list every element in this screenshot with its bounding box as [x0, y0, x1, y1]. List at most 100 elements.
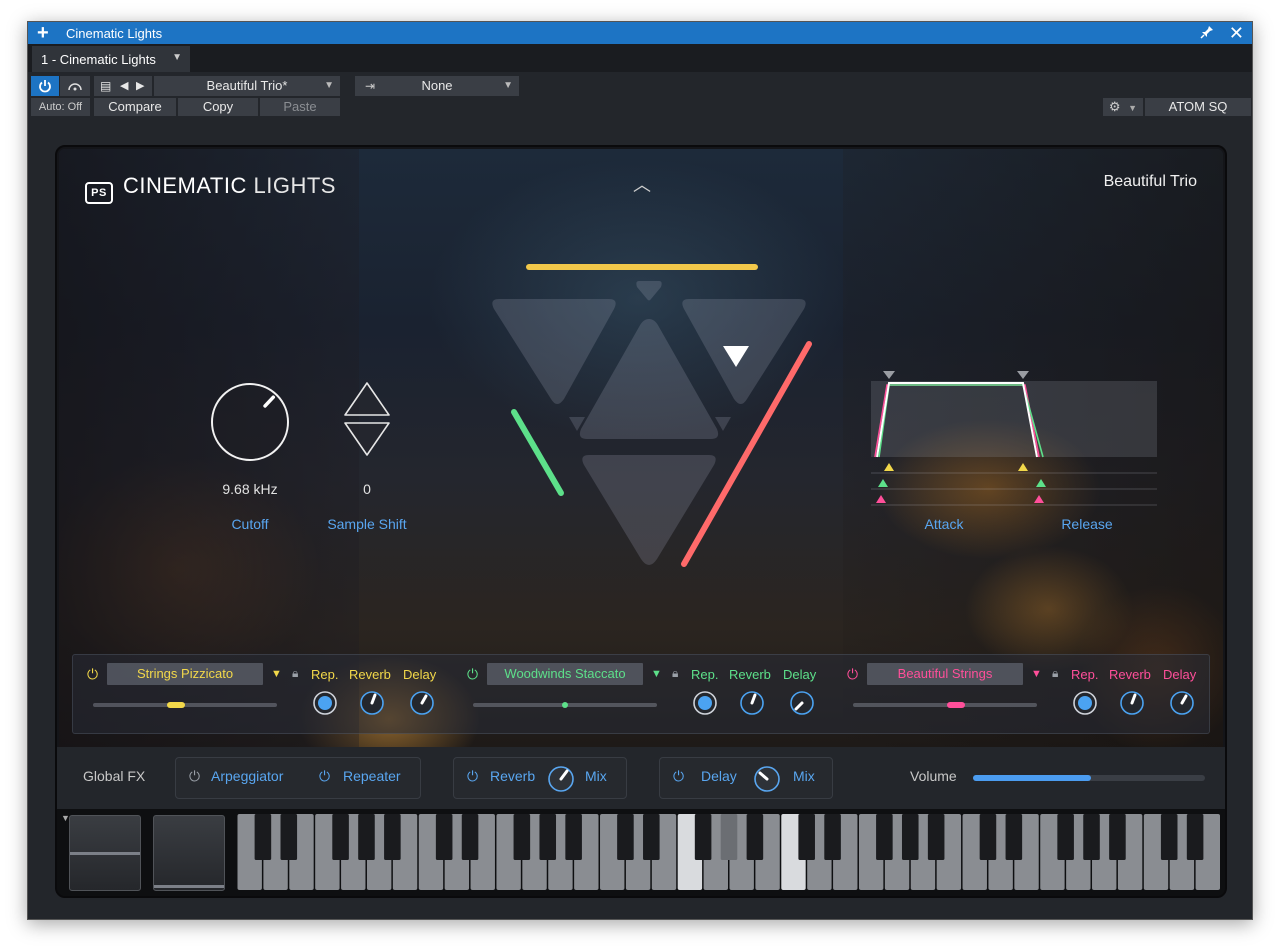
strings-pizzicato-delay-knob[interactable] [409, 690, 435, 716]
strings-pizzicato-reverb-knob[interactable] [359, 690, 385, 716]
piano-keys[interactable] [237, 814, 1221, 892]
compare-button[interactable]: Compare [94, 98, 176, 116]
chevron-down-icon[interactable]: ▼ [271, 668, 282, 680]
black-key[interactable] [1160, 814, 1178, 860]
next-preset-icon[interactable]: ▶ [136, 79, 144, 92]
woodwinds-staccato-reverb-knob[interactable] [739, 690, 765, 716]
strings-pizzicato-power-icon[interactable]: ⏻ [87, 666, 98, 683]
black-key[interactable] [332, 814, 349, 860]
close-icon[interactable]: ✕ [1229, 22, 1244, 44]
black-key[interactable] [254, 814, 272, 860]
beautiful-strings-level-handle[interactable] [947, 702, 966, 708]
woodwinds-staccato-instrument-selector[interactable]: Woodwinds Staccato [487, 663, 643, 685]
black-key[interactable] [824, 814, 841, 860]
cutoff-knob[interactable] [209, 381, 291, 463]
release-marker-pink-icon[interactable] [1034, 495, 1044, 503]
black-key[interactable] [1186, 814, 1204, 860]
attack-marker-green-icon[interactable] [878, 479, 888, 487]
black-key[interactable] [901, 814, 919, 860]
black-key[interactable] [435, 814, 453, 860]
delay-mix-knob[interactable] [753, 765, 781, 793]
chevron-down-icon[interactable]: ▼ [172, 52, 182, 63]
modulation-wheel[interactable] [153, 815, 225, 891]
document-icon[interactable]: ▤ [100, 79, 111, 93]
black-key[interactable] [643, 814, 660, 860]
woodwinds-staccato-power-icon[interactable]: ⏻ [467, 666, 478, 683]
black-key[interactable] [876, 814, 893, 860]
arpeggiator-power-icon[interactable]: ⏻ [189, 768, 200, 785]
delay-power-icon[interactable]: ⏻ [673, 768, 684, 785]
strings-pizzicato-level-slider[interactable] [93, 702, 277, 708]
pin-icon[interactable] [1200, 25, 1214, 42]
copy-button[interactable]: Copy [178, 98, 258, 116]
chevron-down-icon[interactable]: ▼ [1031, 668, 1042, 680]
black-key[interactable] [539, 814, 557, 860]
chevron-down-icon[interactable]: ▼ [651, 668, 662, 680]
sample-shift-down-icon[interactable] [344, 422, 390, 456]
sidechain-selector[interactable]: ⇥ None ▼ [355, 76, 519, 96]
black-key[interactable] [513, 814, 531, 860]
reverb-mix-knob[interactable] [547, 765, 575, 793]
arpeggiator-button[interactable]: Arpeggiator [211, 768, 283, 784]
volume-slider[interactable] [973, 775, 1205, 781]
strings-pizzicato-lock-icon[interactable]: 🔒︎ [292, 666, 298, 681]
repeater-power-icon[interactable]: ⏻ [319, 768, 330, 785]
strings-pizzicato-repeat-toggle[interactable] [312, 690, 338, 716]
black-key[interactable] [1005, 814, 1023, 860]
black-key[interactable] [384, 814, 401, 860]
beautiful-strings-repeat-toggle[interactable] [1072, 690, 1098, 716]
woodwinds-staccato-level-handle[interactable] [562, 702, 568, 708]
chevron-up-icon[interactable]: ︿ [633, 171, 651, 197]
power-button[interactable] [31, 76, 59, 96]
black-key[interactable] [617, 814, 634, 860]
layer-mixer-triangle[interactable] [479, 259, 819, 579]
black-key[interactable] [694, 814, 712, 860]
attack-marker-pink-icon[interactable] [876, 495, 886, 503]
strings-pizzicato-instrument-selector[interactable]: Strings Pizzicato [107, 663, 263, 685]
delay-button[interactable]: Delay [701, 768, 737, 784]
envelope-display[interactable] [871, 365, 1161, 511]
woodwinds-staccato-delay-knob[interactable] [789, 690, 815, 716]
beautiful-strings-instrument-selector[interactable]: Beautiful Strings [867, 663, 1023, 685]
attack-marker-yellow-icon[interactable] [884, 463, 894, 471]
beautiful-strings-level-slider[interactable] [853, 702, 1037, 708]
auto-off-button[interactable]: Auto: Off [31, 98, 90, 116]
repeater-button[interactable]: Repeater [343, 768, 401, 784]
beautiful-strings-reverb-knob[interactable] [1119, 690, 1145, 716]
preset-selector[interactable]: Beautiful Trio* ▼ [154, 76, 340, 96]
black-key[interactable] [565, 814, 582, 860]
settings-button[interactable]: ⚙ ▼ [1103, 98, 1143, 116]
attack-handle-icon[interactable] [883, 371, 895, 379]
woodwinds-staccato-repeat-toggle[interactable] [692, 690, 718, 716]
black-key[interactable] [1057, 814, 1074, 860]
black-key[interactable] [1083, 814, 1100, 860]
release-handle-icon[interactable] [1017, 371, 1029, 379]
instance-tab[interactable]: 1 - Cinematic Lights ▼ [32, 46, 190, 72]
black-key[interactable] [720, 814, 738, 860]
beautiful-strings-delay-knob[interactable] [1169, 690, 1195, 716]
reverb-button[interactable]: Reverb [490, 768, 535, 784]
layer-line-woodwinds-staccato[interactable] [511, 409, 564, 496]
release-marker-yellow-icon[interactable] [1018, 463, 1028, 471]
black-key[interactable] [927, 814, 945, 860]
woodwinds-staccato-level-slider[interactable] [473, 702, 657, 708]
woodwinds-staccato-lock-icon[interactable]: 🔒︎ [672, 666, 678, 681]
black-key[interactable] [358, 814, 375, 860]
controller-selector[interactable]: ATOM SQ [1145, 98, 1251, 116]
previous-preset-icon[interactable]: ◀ [120, 79, 128, 92]
black-key[interactable] [798, 814, 815, 860]
automation-button[interactable] [60, 76, 90, 96]
beautiful-strings-lock-icon[interactable]: 🔒︎ [1052, 666, 1058, 681]
strings-pizzicato-level-handle[interactable] [166, 702, 185, 708]
black-key[interactable] [1109, 814, 1126, 860]
sample-shift-up-icon[interactable] [344, 382, 390, 416]
paste-button[interactable]: Paste [260, 98, 340, 116]
pitch-wheel[interactable] [69, 815, 141, 891]
add-icon[interactable]: + [37, 22, 49, 44]
black-key[interactable] [280, 814, 298, 860]
black-key[interactable] [461, 814, 479, 860]
beautiful-strings-power-icon[interactable]: ⏻ [847, 666, 858, 683]
release-marker-green-icon[interactable] [1036, 479, 1046, 487]
reverb-power-icon[interactable]: ⏻ [467, 768, 478, 785]
black-key[interactable] [746, 814, 764, 860]
